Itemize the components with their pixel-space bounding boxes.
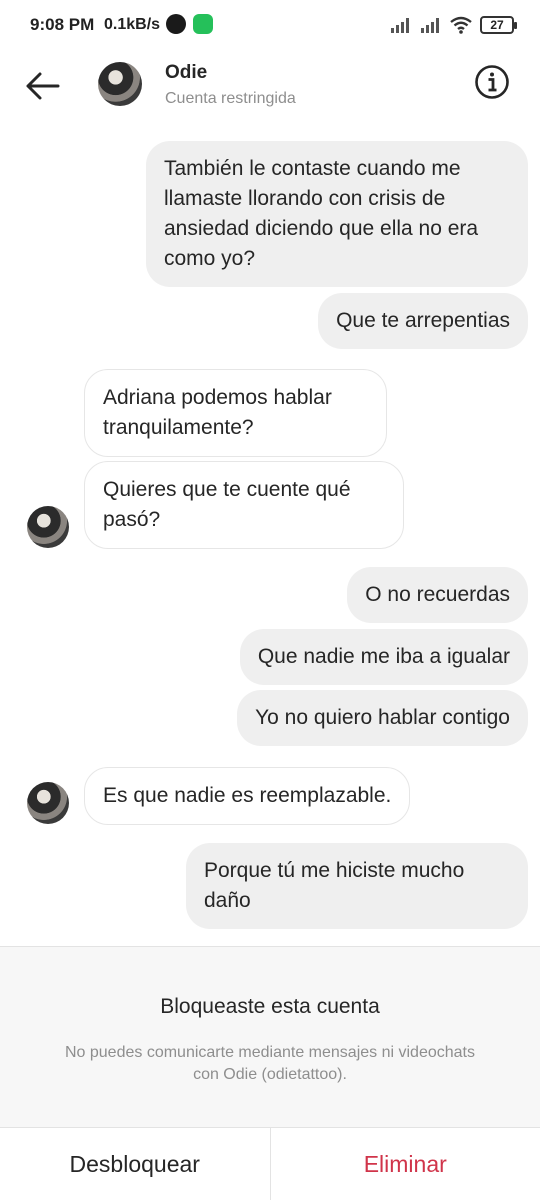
sender-avatar[interactable] [27, 782, 69, 824]
sender-avatar[interactable] [27, 506, 69, 548]
contact-status: Cuenta restringida [165, 90, 296, 107]
back-arrow-icon[interactable] [22, 64, 66, 108]
contact-avatar[interactable] [98, 62, 142, 106]
battery-level: 27 [490, 18, 504, 32]
battery-icon: 27 [480, 16, 517, 34]
message-incoming[interactable]: Quieres que te cuente qué pasó? [84, 461, 404, 549]
wifi-icon [450, 16, 472, 34]
action-bar: Desbloquear Eliminar [0, 1128, 540, 1200]
spotify-icon [166, 14, 186, 34]
message-incoming[interactable]: Es que nadie es reemplazable. [84, 767, 411, 825]
status-network-speed: 0.1kB/s [104, 16, 161, 33]
message-outgoing[interactable]: Que nadie me iba a igualar [239, 629, 528, 685]
whatsapp-icon [193, 14, 213, 34]
blocked-notice: Bloqueaste esta cuenta No puedes comunic… [0, 946, 540, 1128]
blocked-description: No puedes comunicarte mediante mensajes … [64, 1044, 475, 1083]
message-incoming[interactable]: Adriana podemos hablar tranquilamente? [84, 369, 387, 457]
status-bar: 9:08 PM 0.1kB/s 27 [0, 0, 540, 52]
message-outgoing[interactable]: Porque tú me hiciste mucho daño [186, 843, 528, 929]
signal-icon-2 [421, 18, 439, 33]
unblock-button[interactable]: Desbloquear [0, 1128, 271, 1200]
info-icon[interactable] [474, 64, 510, 100]
contact-name[interactable]: Odie [165, 62, 207, 84]
signal-icon [391, 18, 409, 33]
status-time: 9:08 PM [30, 15, 95, 34]
message-outgoing[interactable]: Que te arrepentias [318, 293, 528, 349]
message-outgoing[interactable]: O no recuerdas [347, 567, 528, 623]
chat-header: Odie Cuenta restringida [0, 52, 540, 122]
blocked-title: Bloqueaste esta cuenta [160, 995, 380, 1018]
status-icons: 27 [390, 14, 517, 36]
message-outgoing[interactable]: Yo no quiero hablar contigo [237, 690, 528, 746]
delete-button[interactable]: Eliminar [270, 1128, 540, 1200]
message-outgoing[interactable]: También le contaste cuando me llamaste l… [146, 141, 528, 287]
